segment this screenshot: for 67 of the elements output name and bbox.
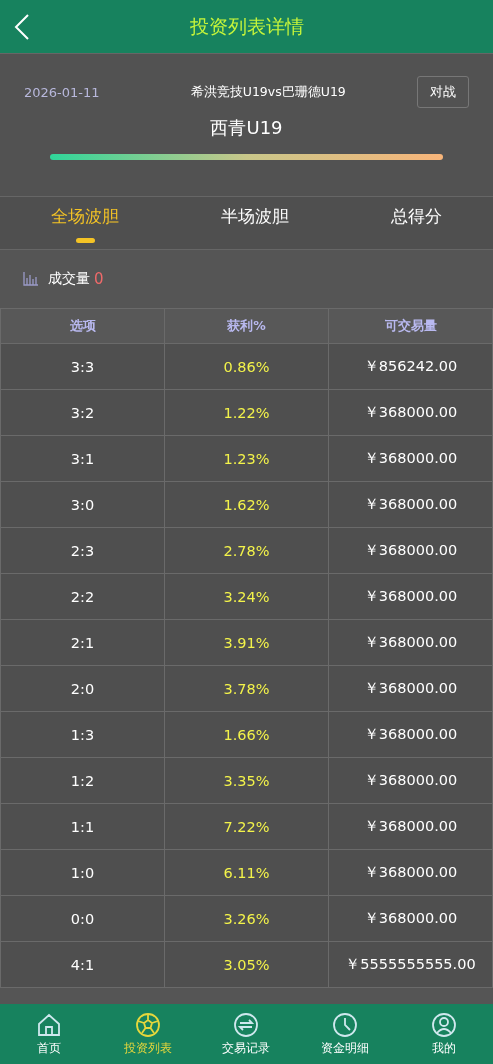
nav-item[interactable]: 首页 bbox=[9, 1011, 90, 1057]
table-cell: ￥368000.00 bbox=[328, 389, 493, 436]
table-cell: ￥368000.00 bbox=[328, 573, 493, 620]
table-cell: 2:3 bbox=[0, 527, 165, 574]
tab[interactable]: 全场波胆 bbox=[41, 197, 129, 249]
team-name: 西青U19 bbox=[209, 116, 284, 140]
table-cell: 3.78% bbox=[164, 665, 329, 712]
table-cell: 1:1 bbox=[0, 803, 165, 850]
versus-button[interactable]: 对战 bbox=[417, 76, 469, 108]
table-cell: 3:2 bbox=[0, 389, 165, 436]
exchange-icon bbox=[233, 1011, 260, 1038]
table-cell: 2.78% bbox=[164, 527, 329, 574]
table-cell: 3.91% bbox=[164, 619, 329, 666]
column-header: 选项 bbox=[0, 308, 165, 344]
table-cell: 4:1 bbox=[0, 941, 165, 988]
table-cell: 1.22% bbox=[164, 389, 329, 436]
home-icon bbox=[36, 1011, 63, 1038]
volume-value: 0 bbox=[94, 270, 104, 288]
table-cell: 2:2 bbox=[0, 573, 165, 620]
table-cell: ￥368000.00 bbox=[328, 435, 493, 482]
table-cell: ￥368000.00 bbox=[328, 619, 493, 666]
soccer-ball-icon bbox=[134, 1011, 161, 1038]
table-cell: 3:0 bbox=[0, 481, 165, 528]
nav-item[interactable]: 投资列表 bbox=[107, 1011, 188, 1057]
table-cell: 7.22% bbox=[164, 803, 329, 850]
nav-item[interactable]: 我的 bbox=[403, 1011, 484, 1057]
column-header: 可交易量 bbox=[328, 308, 493, 344]
page-title: 投资列表详情 bbox=[189, 13, 304, 39]
table-cell: 3.05% bbox=[164, 941, 329, 988]
table-cell: ￥368000.00 bbox=[328, 895, 493, 942]
table-cell: ￥368000.00 bbox=[328, 481, 493, 528]
table-cell: ￥856242.00 bbox=[328, 343, 493, 390]
clock-icon bbox=[332, 1011, 359, 1038]
table-cell: 0.86% bbox=[164, 343, 329, 390]
table-cell: ￥368000.00 bbox=[328, 711, 493, 758]
match-teams: 希洪竞技U19vs巴珊德U19 bbox=[190, 83, 346, 101]
table-cell: ￥368000.00 bbox=[328, 849, 493, 896]
table-cell: 3.26% bbox=[164, 895, 329, 942]
table-cell: ￥368000.00 bbox=[328, 803, 493, 850]
table-cell: ￥5555555555.00 bbox=[328, 941, 493, 988]
table-cell: 3.35% bbox=[164, 757, 329, 804]
table-cell: 2:1 bbox=[0, 619, 165, 666]
table-cell: 3.24% bbox=[164, 573, 329, 620]
table-cell: 6.11% bbox=[164, 849, 329, 896]
table-cell: 0:0 bbox=[0, 895, 165, 942]
table-cell: ￥368000.00 bbox=[328, 665, 493, 712]
table-cell: 1:0 bbox=[0, 849, 165, 896]
match-date: 2026-01-11 bbox=[24, 84, 100, 100]
nav-item[interactable]: 资金明细 bbox=[305, 1011, 386, 1057]
table-cell: 1.23% bbox=[164, 435, 329, 482]
back-icon[interactable] bbox=[12, 13, 32, 41]
table-cell: 1.62% bbox=[164, 481, 329, 528]
table-cell: 3:1 bbox=[0, 435, 165, 482]
bar-chart-icon bbox=[23, 272, 38, 286]
table-cell: 1:3 bbox=[0, 711, 165, 758]
tab[interactable]: 半场波胆 bbox=[211, 197, 299, 249]
table-cell: 3:3 bbox=[0, 343, 165, 390]
table-cell: ￥368000.00 bbox=[328, 757, 493, 804]
nav-item[interactable]: 交易记录 bbox=[206, 1011, 287, 1057]
column-header: 获利% bbox=[164, 308, 329, 344]
table-cell: 2:0 bbox=[0, 665, 165, 712]
tab[interactable]: 总得分 bbox=[381, 197, 452, 249]
table-cell: ￥368000.00 bbox=[328, 527, 493, 574]
user-icon bbox=[430, 1011, 457, 1038]
volume-label: 成交量 bbox=[48, 270, 90, 288]
table-cell: 1:2 bbox=[0, 757, 165, 804]
table-cell: 1.66% bbox=[164, 711, 329, 758]
